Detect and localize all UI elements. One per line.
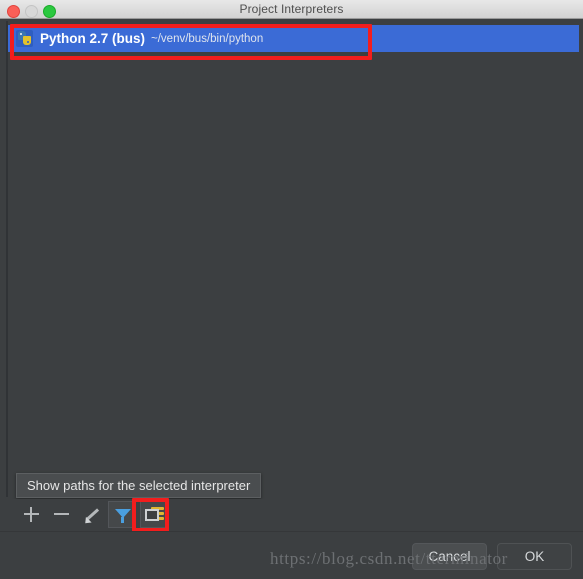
project-interpreters-dialog: Project Interpreters Python 2.7 (bus) ~/…	[0, 0, 583, 579]
show-paths-button[interactable]	[140, 501, 167, 528]
interpreter-list[interactable]: Python 2.7 (bus) ~/venv/bus/bin/python	[6, 21, 579, 497]
add-interpreter-button[interactable]	[18, 501, 45, 528]
titlebar: Project Interpreters	[0, 0, 583, 19]
interpreter-name: Python 2.7 (bus)	[40, 31, 146, 46]
interpreter-path: ~/venv/bus/bin/python	[151, 32, 264, 45]
tooltip-show-paths: Show paths for the selected interpreter	[16, 473, 262, 498]
window-title: Project Interpreters	[239, 2, 344, 16]
remove-interpreter-button[interactable]	[48, 501, 75, 528]
minus-icon	[48, 501, 75, 528]
ok-button[interactable]: OK	[497, 543, 572, 570]
filter-interpreters-button[interactable]	[108, 501, 135, 528]
list-item[interactable]: Python 2.7 (bus) ~/venv/bus/bin/python	[8, 25, 579, 52]
dialog-footer: Cancel OK	[0, 531, 583, 579]
python-logo-icon	[16, 30, 33, 47]
cancel-button[interactable]: Cancel	[412, 543, 487, 570]
pencil-icon	[78, 501, 105, 528]
interpreter-toolbar	[6, 499, 577, 530]
filter-funnel-icon	[109, 502, 134, 527]
show-paths-icon	[141, 502, 166, 527]
edit-interpreter-button[interactable]	[78, 501, 105, 528]
plus-icon	[18, 501, 45, 528]
